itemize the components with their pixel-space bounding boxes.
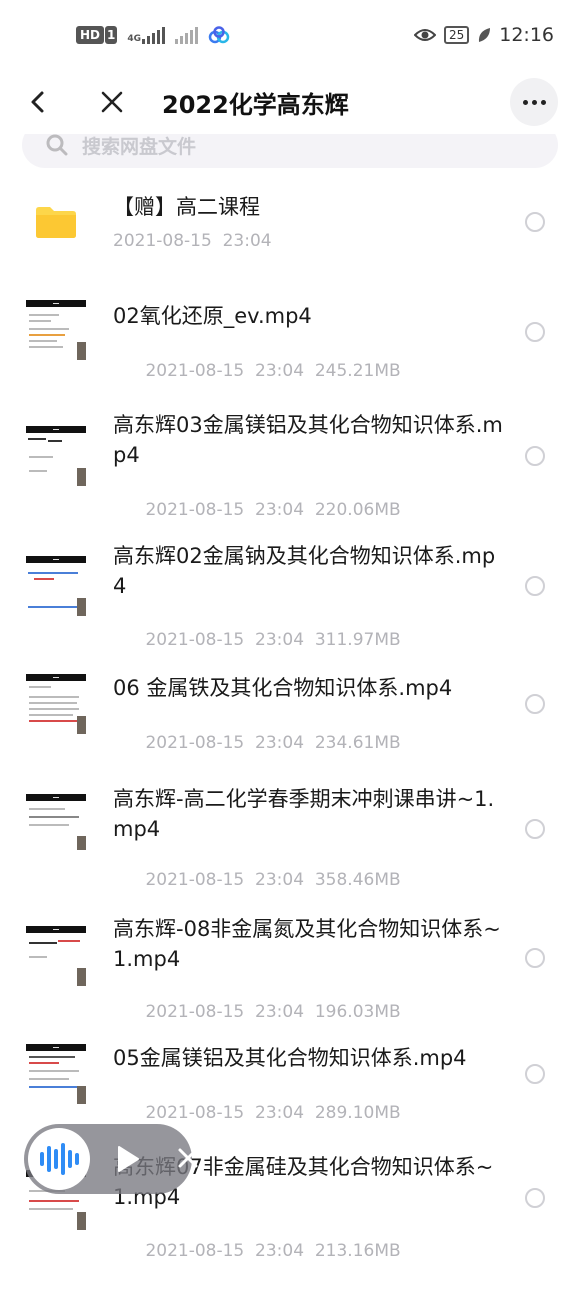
file-name: 05金属镁铝及其化合物知识体系.mp4: [113, 1046, 467, 1070]
video-thumbnail: [26, 1044, 86, 1104]
list-item[interactable]: 高东辉02金属钠及其化合物知识体系.mp4 2021-08-15 23:04 3…: [0, 520, 580, 650]
video-thumbnail: [26, 794, 86, 854]
player-close-icon[interactable]: [176, 1146, 200, 1170]
more-dot-icon: [540, 99, 546, 105]
file-date: 2021-08-15 23:04: [145, 1241, 305, 1261]
page-title: 2022化学高东辉: [162, 91, 349, 119]
select-radio[interactable]: [525, 576, 545, 596]
signal-secondary-icon: [175, 26, 199, 44]
file-meta: 2021-08-15 23:04 234.61MB: [113, 713, 401, 773]
file-date: 2021-08-15 23:04: [145, 733, 305, 753]
select-radio[interactable]: [525, 694, 545, 714]
clock: 12:16: [499, 24, 554, 46]
list-item[interactable]: 高东辉-08非金属氮及其化合物知识体系~1.mp4 2021-08-15 23:…: [0, 896, 580, 1026]
select-radio[interactable]: [525, 819, 545, 839]
file-date: 2021-08-15 23:04: [145, 870, 305, 890]
battery-indicator: 25: [443, 26, 470, 44]
video-thumbnail: [26, 426, 86, 486]
select-radio[interactable]: [525, 1188, 545, 1208]
network-type-label: 4G: [127, 34, 142, 44]
search-placeholder: 搜索网盘文件: [82, 135, 197, 158]
hd-badge: HD: [76, 26, 105, 44]
file-meta: 2021-08-15 23:04 213.16MB: [113, 1221, 401, 1281]
header: 2022化学高东辉: [0, 70, 580, 134]
folder-icon: [36, 207, 76, 238]
list-item[interactable]: 06 金属铁及其化合物知识体系.mp4 2021-08-15 23:04 234…: [0, 650, 580, 766]
list-item[interactable]: 高东辉03金属镁铝及其化合物知识体系.mp4 2021-08-15 23:04 …: [0, 390, 580, 520]
chevron-left-icon: [31, 91, 44, 113]
file-date: 2021-08-15 23:04: [145, 630, 305, 650]
search-icon: [46, 134, 68, 156]
file-size: 213.16MB: [314, 1241, 401, 1261]
file-date: 2021-08-15 23:04: [145, 500, 305, 520]
close-button[interactable]: [96, 86, 128, 118]
more-options-button[interactable]: [510, 78, 558, 126]
list-item[interactable]: 02氧化还原_ev.mp4 2021-08-15 23:04 245.21MB: [0, 280, 580, 390]
video-thumbnail: [26, 556, 86, 616]
close-icon: [101, 91, 123, 113]
select-radio[interactable]: [525, 446, 545, 466]
file-date: 2021-08-15 23:04: [145, 361, 305, 381]
file-size: 196.03MB: [314, 1002, 401, 1022]
file-name: 高东辉-高二化学春季期末冲刺课串讲~1.mp4: [113, 787, 495, 841]
file-name: 高东辉-08非金属氮及其化合物知识体系~1.mp4: [113, 917, 501, 971]
cloud-sync-icon: [208, 26, 230, 44]
file-size: 358.46MB: [314, 870, 401, 890]
back-button[interactable]: [22, 86, 54, 118]
video-thumbnail: [26, 674, 86, 734]
file-size: 311.97MB: [314, 630, 401, 650]
play-icon[interactable]: [112, 1144, 142, 1174]
file-size: 245.21MB: [314, 361, 401, 381]
file-date: 2021-08-15 23:04: [113, 231, 272, 251]
select-radio[interactable]: [525, 212, 545, 232]
file-date: 2021-08-15 23:04: [145, 1002, 305, 1022]
audio-wave-button[interactable]: [28, 1128, 90, 1190]
file-name: 06 金属铁及其化合物知识体系.mp4: [113, 676, 453, 700]
list-item[interactable]: 【赠】高二课程 2021-08-15 23:04: [0, 170, 580, 280]
status-bar: HD 1 4G 25 12:16: [0, 0, 580, 70]
select-radio[interactable]: [525, 948, 545, 968]
signal-icon: [142, 26, 166, 44]
file-size: 220.06MB: [314, 500, 401, 520]
file-date: 2021-08-15 23:04: [145, 1103, 305, 1123]
eye-icon: [413, 29, 436, 41]
file-name: 02氧化还原_ev.mp4: [113, 304, 312, 328]
leaf-icon: [479, 28, 491, 42]
select-radio[interactable]: [525, 322, 545, 342]
hd-sub-badge: 1: [105, 26, 118, 44]
status-right: 25 12:16: [413, 24, 554, 46]
status-left: HD 1 4G: [76, 26, 230, 44]
file-name: 高东辉03金属镁铝及其化合物知识体系.mp4: [113, 413, 503, 467]
file-size: 234.61MB: [314, 733, 401, 753]
more-dot-icon: [531, 99, 537, 105]
floating-audio-player[interactable]: [24, 1124, 198, 1194]
file-size: 289.10MB: [314, 1103, 401, 1123]
more-dot-icon: [522, 99, 528, 105]
video-thumbnail: [26, 300, 86, 360]
file-name: 【赠】高二课程: [113, 195, 260, 219]
select-radio[interactable]: [525, 1064, 545, 1084]
video-thumbnail: [26, 926, 86, 986]
file-name: 高东辉02金属钠及其化合物知识体系.mp4: [113, 544, 496, 598]
list-item[interactable]: 高东辉-高二化学春季期末冲刺课串讲~1.mp4 2021-08-15 23:04…: [0, 766, 580, 896]
